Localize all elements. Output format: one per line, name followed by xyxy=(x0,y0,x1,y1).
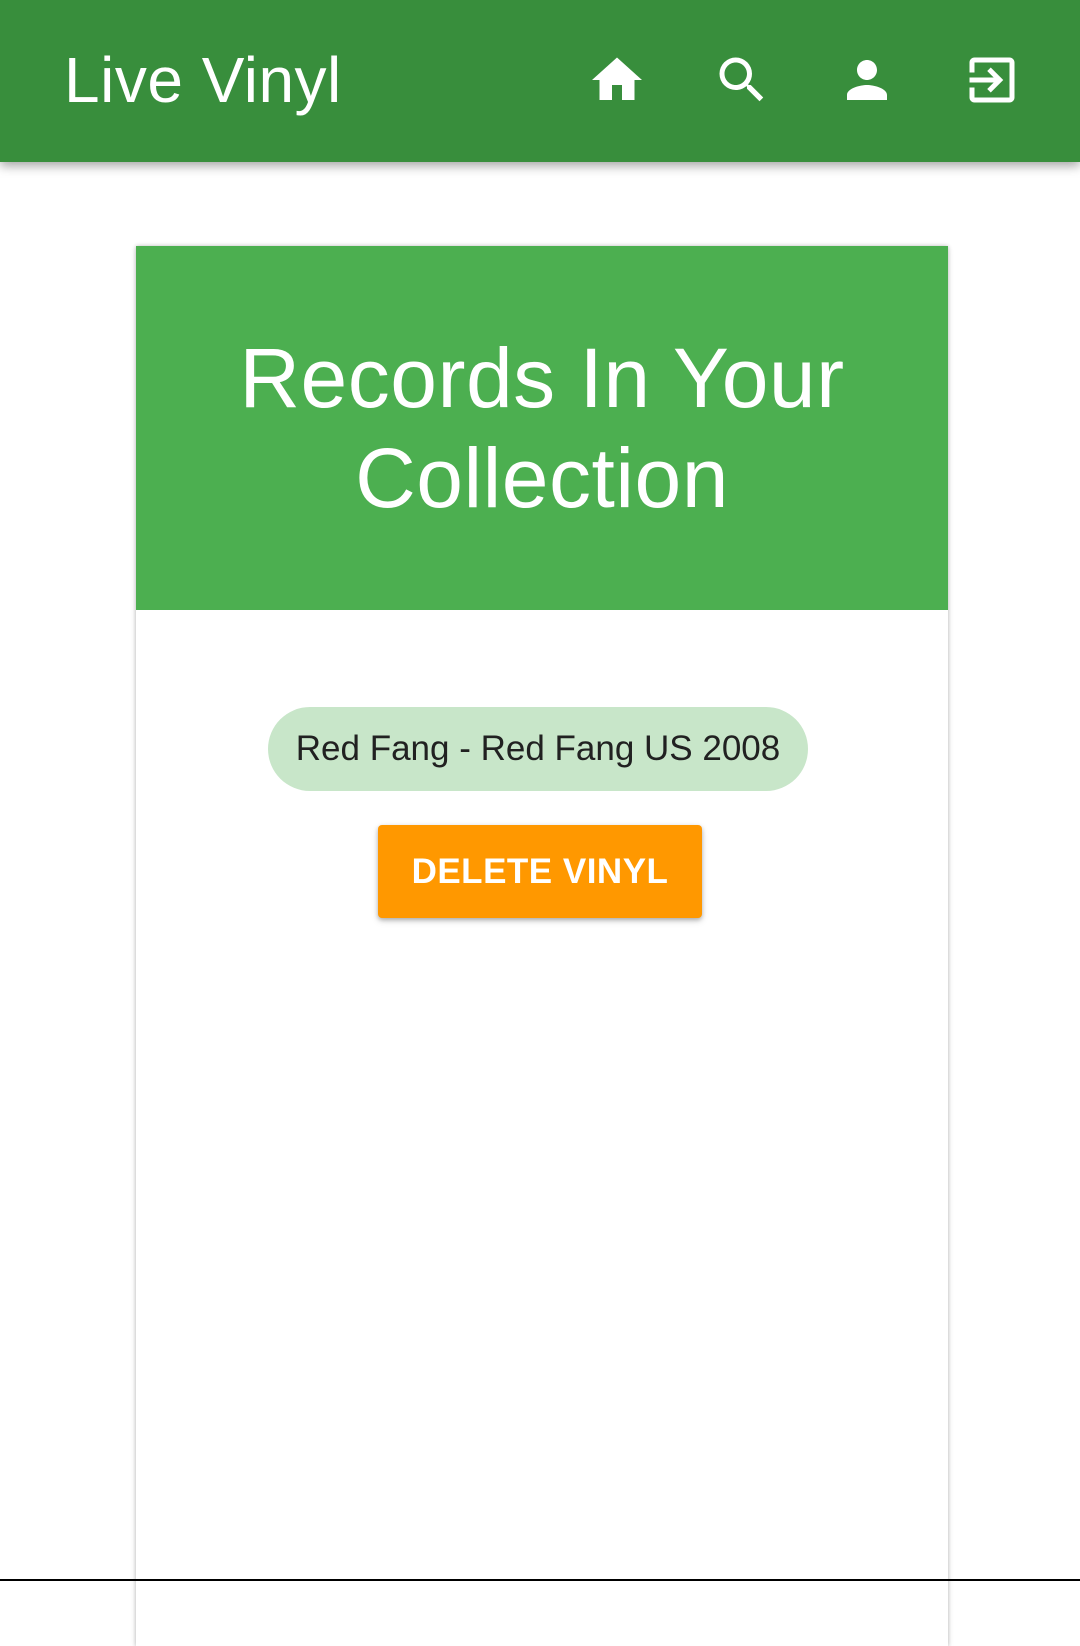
collection-title: Records In Your Collection xyxy=(239,331,845,525)
login-icon[interactable] xyxy=(962,50,1022,110)
account-icon[interactable] xyxy=(837,50,897,110)
collection-card: Records In Your Collection Red Fang - Re… xyxy=(136,246,948,1646)
record-chip[interactable]: Red Fang - Red Fang US 2008 xyxy=(268,707,808,791)
card-header: Records In Your Collection xyxy=(136,246,948,610)
app-title[interactable]: Live Vinyl xyxy=(64,40,342,120)
app-bar: Live Vinyl xyxy=(0,0,1080,162)
delete-vinyl-button[interactable]: DELETE VINYL xyxy=(378,825,702,918)
home-icon[interactable] xyxy=(587,50,647,110)
search-icon[interactable] xyxy=(712,50,772,110)
